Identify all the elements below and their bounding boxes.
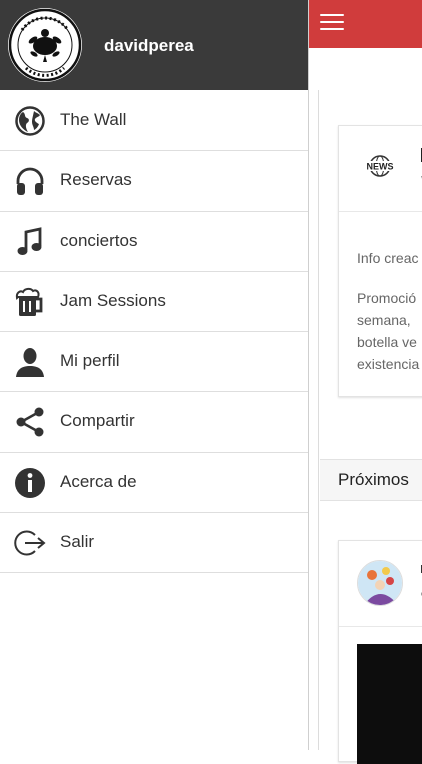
menu-item-compartir[interactable]: Compartir	[0, 392, 308, 453]
navigation-drawer: davidperea The Wall Reservas conciertos …	[0, 0, 309, 750]
beer-mug-icon	[15, 287, 43, 316]
news-icon: NEWS	[363, 155, 397, 177]
menu-item-mi-perfil[interactable]: Mi perfil	[0, 332, 308, 393]
menu-item-salir[interactable]: Salir	[0, 513, 308, 574]
menu-item-jam-sessions[interactable]: Jam Sessions	[0, 272, 308, 333]
news-card-text-line: botella ve	[357, 334, 417, 350]
news-card-text-line: existencia	[357, 356, 420, 372]
hamburger-menu-icon[interactable]	[320, 14, 344, 34]
music-note-icon	[17, 226, 42, 255]
news-card-header: NEWS v	[339, 126, 422, 212]
news-card-text-line: semana,	[357, 312, 411, 328]
menu-item-reservas[interactable]: Reservas	[0, 151, 308, 212]
divider	[318, 90, 319, 750]
news-card-text-line: Promoció	[357, 290, 417, 306]
event-card-image	[357, 644, 422, 764]
share-icon	[16, 407, 44, 437]
drawer-header: davidperea	[0, 0, 308, 90]
menu-label: Acerca de	[60, 471, 137, 491]
event-card[interactable]	[338, 540, 422, 764]
menu-label: Jam Sessions	[60, 290, 166, 310]
username: davidperea	[104, 36, 194, 55]
menu-label: Salir	[60, 532, 95, 552]
news-card[interactable]: NEWS v Info creac Promoció semana, botel…	[338, 125, 422, 397]
menu-item-acerca-de[interactable]: Acerca de	[0, 453, 308, 514]
info-icon	[15, 467, 45, 498]
section-title: Próximos	[338, 470, 409, 489]
super-turtles-logo	[8, 8, 82, 82]
headphones-icon	[16, 167, 44, 196]
person-icon	[16, 348, 44, 378]
menu-label: Compartir	[60, 411, 135, 431]
menu-label: conciertos	[60, 230, 138, 250]
news-card-text-line: Info creac	[357, 250, 419, 266]
menu-label: The Wall	[60, 110, 127, 129]
news-badge-text: NEWS	[367, 162, 394, 172]
logout-icon	[14, 530, 46, 556]
menu-item-the-wall[interactable]: The Wall	[0, 91, 308, 152]
menu-label: Reservas	[60, 170, 132, 190]
menu-label: Mi perfil	[60, 351, 120, 371]
illustration-avatar-icon	[357, 560, 403, 606]
globe-icon	[15, 106, 45, 136]
menu-item-conciertos[interactable]: conciertos	[0, 212, 308, 272]
section-header: Próximos	[320, 459, 422, 501]
event-card-header	[339, 541, 422, 627]
drawer-menu: The Wall Reservas conciertos Jam Session…	[0, 91, 308, 574]
